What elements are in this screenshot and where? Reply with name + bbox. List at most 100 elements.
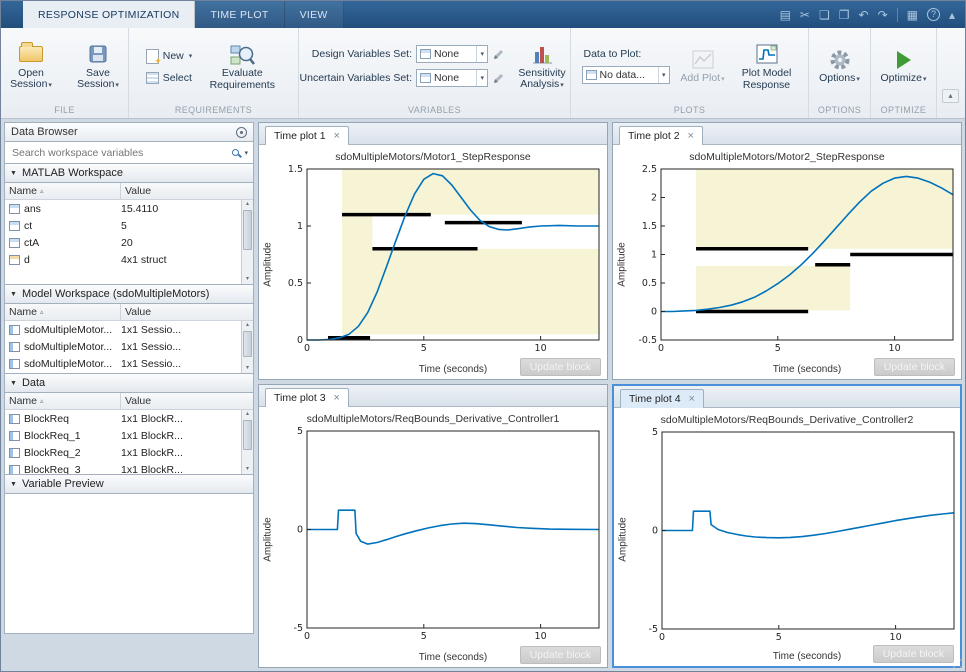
scrollbar[interactable]: ▴ ▾: [241, 200, 253, 284]
section-label-file: FILE: [54, 105, 75, 115]
svg-text:1.5: 1.5: [288, 164, 303, 175]
close-icon[interactable]: ×: [334, 392, 340, 404]
select-label: Select: [162, 71, 192, 84]
scrollbar-thumb[interactable]: [243, 210, 252, 250]
scroll-up-icon[interactable]: ▴: [242, 410, 253, 419]
add-plot-button[interactable]: Add Plot▾: [675, 42, 731, 90]
section-data[interactable]: ▼ Data: [4, 374, 254, 393]
section-label-optimize: OPTIMIZE: [880, 105, 927, 115]
update-block-button[interactable]: Update block: [872, 645, 954, 663]
step-response-plot: 0 5 10 0 0.5 1 1.5: [288, 164, 600, 354]
section-model-workspace[interactable]: ▼ Model Workspace (sdoMultipleMotors): [4, 285, 254, 304]
copy-icon[interactable]: ❏: [819, 9, 830, 21]
save-icon[interactable]: ▤: [780, 9, 791, 21]
add-plot-label: Add Plot: [680, 72, 721, 85]
time-plot-2-panel: Time plot 2 × sdoMultipleMotors/Motor2_S…: [612, 122, 962, 380]
variable-preview-title: Variable Preview: [21, 478, 104, 490]
evaluate-requirements-button[interactable]: Evaluate Requirements: [200, 37, 284, 95]
svg-text:5: 5: [421, 631, 427, 642]
panel-tab-bar: Time plot 4 ×: [614, 386, 960, 408]
scrollbar[interactable]: ▴ ▾: [241, 321, 253, 373]
scrollbar-thumb[interactable]: [243, 420, 252, 450]
table-row[interactable]: sdoMultipleMotor... 1x1 Sessio...: [5, 338, 253, 355]
scroll-down-icon[interactable]: ▾: [242, 364, 253, 373]
collapse-triangle-icon: ▼: [10, 169, 17, 177]
redo-icon[interactable]: ↷: [878, 9, 888, 21]
table-row[interactable]: sdoMultipleMotor... 1x1 Sessio...: [5, 355, 253, 372]
scroll-down-icon[interactable]: ▾: [242, 465, 253, 474]
open-folder-icon: [19, 41, 43, 68]
close-icon[interactable]: ×: [689, 393, 695, 405]
undo-icon[interactable]: ↶: [859, 9, 869, 21]
tab-time-plot-2[interactable]: Time plot 2 ×: [619, 126, 703, 145]
section-matlab-workspace[interactable]: ▼ MATLAB Workspace: [4, 164, 254, 183]
tab-time-plot-3[interactable]: Time plot 3 ×: [265, 388, 349, 407]
new-requirement-button[interactable]: New ▾: [143, 48, 196, 67]
data-to-plot-icon: [585, 70, 597, 80]
ribbon-section-requirements: New ▾ Select Evaluate Requirements REQUI…: [129, 28, 299, 118]
uncertain-variables-value: None: [434, 72, 460, 84]
table-row[interactable]: BlockReq_2 1x1 BlockR...: [5, 444, 253, 461]
scroll-down-icon[interactable]: ▾: [242, 275, 253, 284]
table-row[interactable]: d 4x1 struct: [5, 251, 253, 268]
data-to-plot-select[interactable]: No data... ▾: [581, 66, 670, 84]
cut-icon[interactable]: ✂: [800, 9, 810, 21]
uncertain-variables-select[interactable]: None ▾: [416, 69, 488, 87]
open-session-button[interactable]: Open Session▾: [1, 37, 62, 96]
minimize-toolstrip-icon[interactable]: ▴: [949, 9, 955, 21]
table-header[interactable]: Name ▵ Value: [5, 393, 253, 410]
scrollbar[interactable]: ▴ ▾: [241, 410, 253, 474]
collapse-ribbon-button[interactable]: ▴: [942, 89, 959, 103]
table-row[interactable]: BlockReq 1x1 BlockR...: [5, 410, 253, 427]
svg-text:0: 0: [659, 632, 665, 643]
update-block-button[interactable]: Update block: [519, 358, 601, 376]
edit-design-variables-icon[interactable]: [492, 47, 506, 61]
svg-text:-5: -5: [649, 624, 658, 635]
search-icon[interactable]: [232, 149, 240, 156]
help-icon[interactable]: ?: [926, 8, 940, 21]
section-variable-preview[interactable]: ▼ Variable Preview: [4, 475, 254, 494]
sensitivity-analysis-button[interactable]: Sensitivity Analysis▾: [511, 37, 573, 96]
search-options-caret-icon[interactable]: ▾: [244, 149, 248, 157]
search-input[interactable]: [10, 145, 228, 160]
edit-uncertain-variables-icon[interactable]: [492, 71, 506, 85]
table-row[interactable]: ctA 20: [5, 234, 253, 251]
update-block-button[interactable]: Update block: [873, 358, 955, 376]
collapse-triangle-icon: ▼: [10, 290, 17, 298]
save-session-button[interactable]: Save Session▾: [67, 37, 129, 96]
svg-text:-5: -5: [294, 623, 303, 634]
table-row[interactable]: ans 15.4110: [5, 200, 253, 217]
tab-time-plot-1[interactable]: Time plot 1 ×: [265, 126, 349, 145]
tab-response-optimization[interactable]: RESPONSE OPTIMIZATION: [23, 1, 196, 28]
tab-view[interactable]: VIEW: [284, 1, 344, 28]
select-requirement-button[interactable]: Select: [143, 71, 196, 85]
model-workspace-title: Model Workspace (sdoMultipleMotors): [21, 288, 210, 300]
table-row[interactable]: BlockReq_3 1x1 BlockR...: [5, 461, 253, 474]
tab-time-plot-4[interactable]: Time plot 4 ×: [620, 389, 704, 408]
close-icon[interactable]: ×: [334, 130, 340, 142]
design-variables-select[interactable]: None ▾: [416, 45, 488, 63]
optimize-button[interactable]: Optimize▾: [876, 42, 932, 90]
table-row[interactable]: BlockReq_1 1x1 BlockR...: [5, 427, 253, 444]
resize-grip[interactable]: [952, 658, 963, 669]
update-block-button[interactable]: Update block: [519, 646, 601, 664]
data-section-title: Data: [21, 377, 46, 389]
tab-time-plot[interactable]: TIME PLOT: [195, 1, 285, 28]
plot-model-response-button[interactable]: Plot Model Response: [736, 37, 798, 95]
table-header[interactable]: Name ▵ Value: [5, 304, 253, 321]
data-browser-menu-icon[interactable]: [236, 126, 247, 138]
name-column-header: Name: [9, 185, 38, 197]
table-row[interactable]: ct 5: [5, 217, 253, 234]
table-header[interactable]: Name ▵ Value: [5, 183, 253, 200]
table-row[interactable]: sdoMultipleMotor... 1x1 Sessio...: [5, 321, 253, 338]
close-icon[interactable]: ×: [688, 130, 694, 142]
scroll-up-icon[interactable]: ▴: [242, 200, 253, 209]
scrollbar-thumb[interactable]: [243, 331, 252, 357]
options-button[interactable]: Options▾: [812, 42, 868, 90]
plot-area: Time plot 1 × sdoMultipleMotors/Motor1_S…: [258, 122, 962, 668]
scroll-up-icon[interactable]: ▴: [242, 321, 253, 330]
svg-text:0: 0: [297, 335, 303, 346]
paste-icon[interactable]: ❐: [839, 9, 850, 21]
svg-text:10: 10: [890, 632, 902, 643]
layout-icon[interactable]: ▦: [907, 9, 918, 21]
